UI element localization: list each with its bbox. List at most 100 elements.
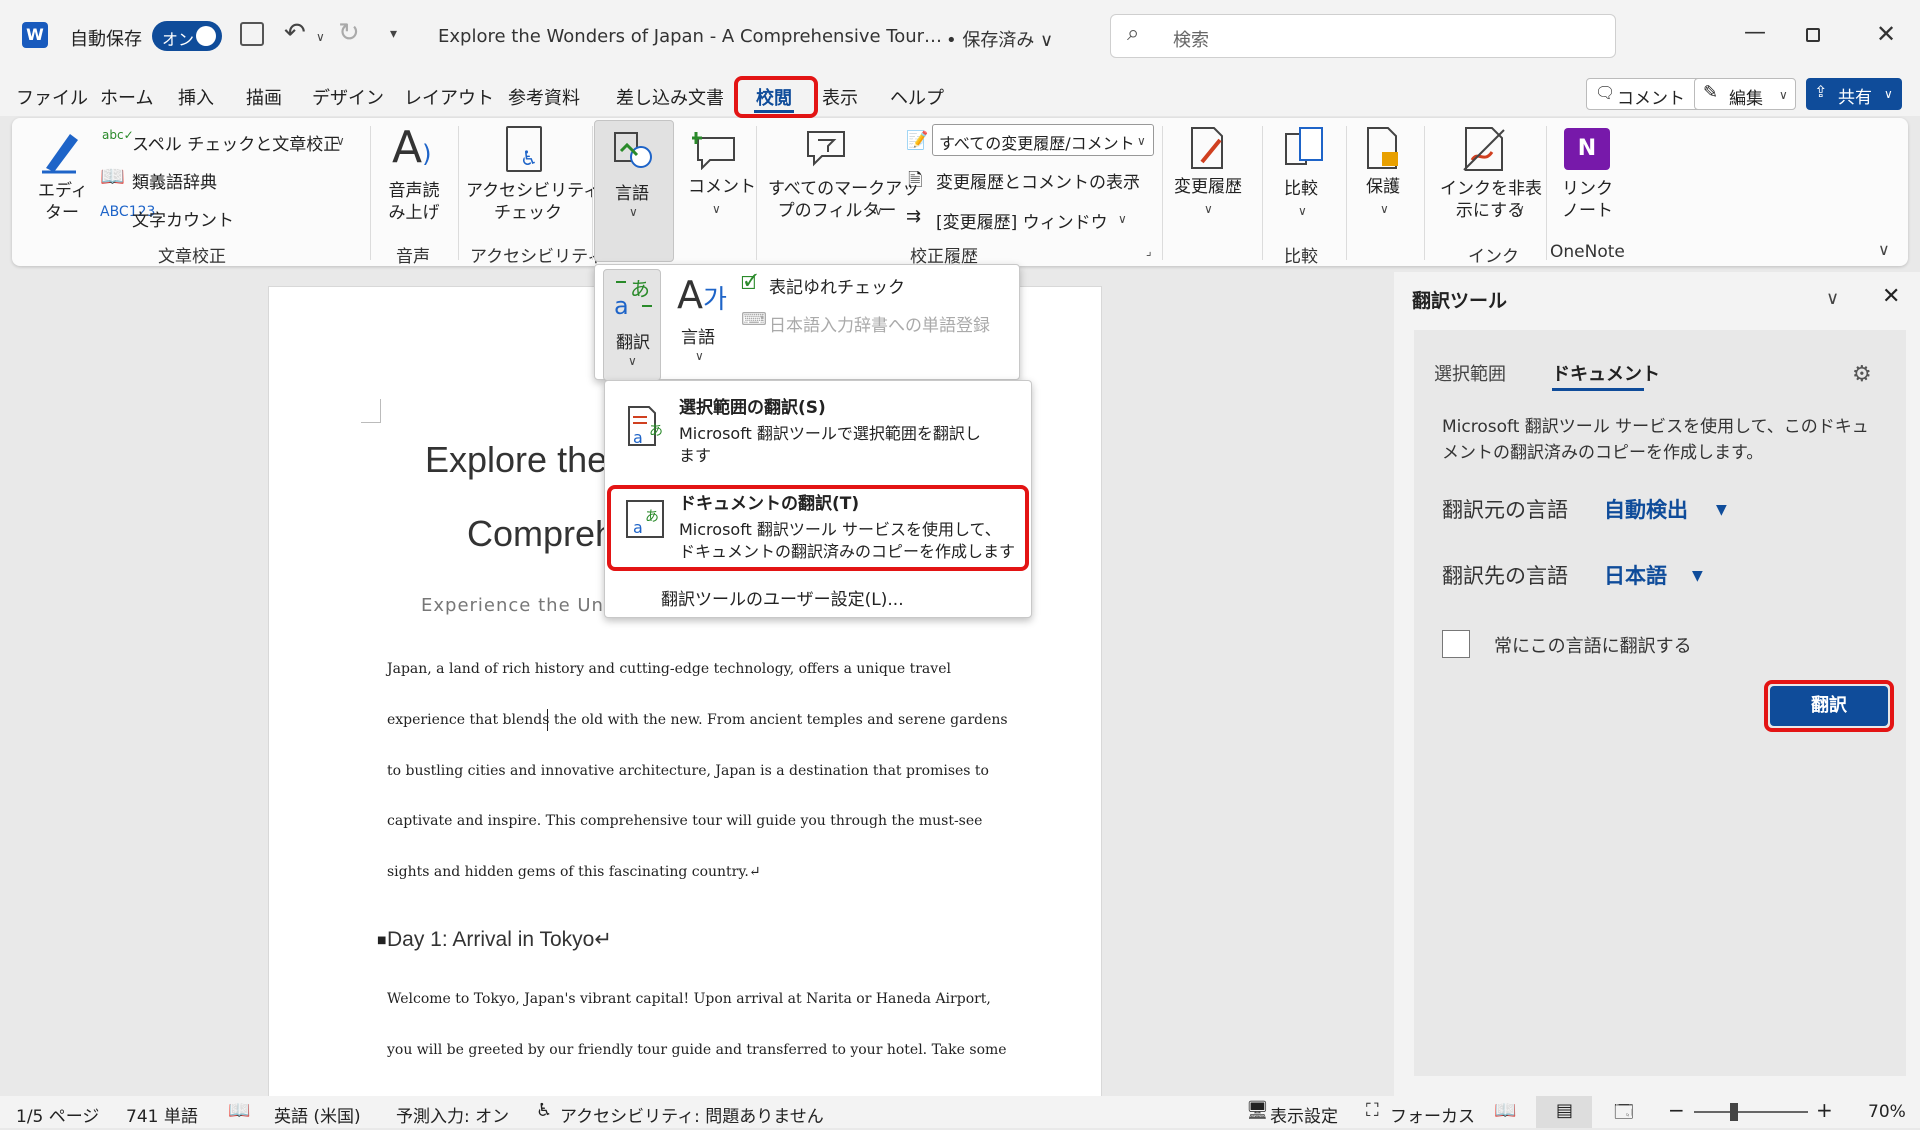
collapse-ribbon-icon[interactable]: ∨ bbox=[1878, 240, 1890, 259]
tab-document[interactable]: ドキュメント bbox=[1552, 360, 1660, 386]
protect-chevron-icon[interactable]: ∨ bbox=[1380, 202, 1389, 216]
search-box[interactable]: ⌕ 検索 bbox=[1110, 14, 1616, 58]
zoom-slider[interactable] bbox=[1694, 1103, 1808, 1121]
redo-icon[interactable]: ↻ bbox=[338, 18, 360, 48]
thesaurus-button[interactable]: 類義語辞典 bbox=[132, 168, 217, 193]
markup-filter-chevron-icon[interactable]: ∨ bbox=[874, 204, 883, 218]
zoom-out-icon[interactable]: − bbox=[1668, 1098, 1685, 1122]
language-button[interactable]: 言語 ∨ bbox=[594, 120, 674, 262]
read-aloud-label[interactable]: 音声読 み上げ bbox=[380, 180, 448, 224]
word-count[interactable]: 741 単語 bbox=[126, 1102, 198, 1127]
accessibility-status[interactable]: アクセシビリティ: 問題ありません bbox=[560, 1102, 824, 1127]
show-markup-button[interactable]: 変更履歴とコメントの表示 bbox=[936, 168, 1140, 193]
markup-filter-icon[interactable] bbox=[804, 128, 848, 168]
tab-layout[interactable]: レイアウト bbox=[404, 84, 494, 110]
text-prediction-status[interactable]: 予測入力: オン bbox=[396, 1102, 509, 1127]
read-mode-icon[interactable]: 📖 bbox=[1494, 1100, 1516, 1121]
proofing-status-icon[interactable]: 📖 bbox=[228, 1100, 250, 1121]
edit-mode-button[interactable]: ✎ 編集 ∨ bbox=[1694, 78, 1796, 110]
tab-mailings[interactable]: 差し込み文書 bbox=[616, 84, 724, 110]
reviewing-pane-button[interactable]: [変更履歴] ウィンドウ bbox=[936, 208, 1108, 233]
close-icon[interactable]: ✕ bbox=[1876, 20, 1896, 48]
compare-chevron-icon[interactable]: ∨ bbox=[1298, 204, 1307, 218]
language-status[interactable]: 英語 (米国) bbox=[274, 1102, 361, 1127]
share-icon: ⇪ bbox=[1814, 82, 1828, 101]
changes-label[interactable]: 変更履歴 bbox=[1174, 176, 1242, 198]
always-translate-label: 常にこの言語に翻訳する bbox=[1494, 636, 1692, 657]
always-translate-checkbox[interactable] bbox=[1442, 630, 1470, 658]
target-language-value[interactable]: 日本語 bbox=[1604, 560, 1667, 590]
minimize-icon[interactable]: — bbox=[1744, 20, 1766, 45]
changes-icon[interactable] bbox=[1188, 126, 1228, 172]
onenote-icon[interactable]: N bbox=[1564, 128, 1610, 170]
settings-gear-icon[interactable]: ⚙ bbox=[1852, 362, 1872, 387]
editor-icon[interactable] bbox=[40, 128, 82, 174]
pane-options-icon[interactable]: ∨ bbox=[1826, 288, 1839, 309]
undo-icon[interactable]: ↶ bbox=[284, 18, 306, 48]
caret-down-icon[interactable]: ▼ bbox=[1692, 568, 1703, 584]
page-count[interactable]: 1/5 ページ bbox=[16, 1102, 99, 1127]
reviewing-pane-chevron-icon[interactable]: ∨ bbox=[1118, 212, 1127, 226]
save-icon[interactable] bbox=[240, 22, 264, 46]
protect-label[interactable]: 保護 bbox=[1366, 176, 1400, 198]
dialog-launcher-icon[interactable]: ⌟ bbox=[1146, 244, 1152, 258]
tab-selection[interactable]: 選択範囲 bbox=[1434, 360, 1506, 386]
accessibility-icon[interactable]: ♿ bbox=[506, 126, 542, 172]
source-language-value[interactable]: 自動検出 bbox=[1604, 494, 1688, 524]
tab-view[interactable]: 表示 bbox=[822, 84, 858, 110]
spell-check-button[interactable]: スペル チェックと文章校正 bbox=[132, 130, 340, 155]
chevron-down-icon[interactable]: ∨ bbox=[695, 349, 704, 363]
focus-button[interactable]: フォーカス bbox=[1390, 1102, 1475, 1127]
pane-close-icon[interactable]: ✕ bbox=[1882, 284, 1900, 309]
web-layout-icon[interactable]: 🗔 bbox=[1614, 1100, 1634, 1130]
autosave-toggle[interactable]: オン bbox=[152, 21, 222, 51]
customize-qat-icon[interactable]: ▾ bbox=[390, 26, 397, 42]
read-aloud-icon[interactable]: A) bbox=[392, 122, 431, 173]
translate-selection-title[interactable]: 選択範囲の翻訳(S) bbox=[679, 393, 826, 418]
translator-preferences-button[interactable]: 翻訳ツールのユーザー設定(L)... bbox=[661, 585, 904, 610]
protect-icon[interactable] bbox=[1364, 126, 1404, 172]
chevron-down-icon: ∨ bbox=[1884, 87, 1893, 101]
save-state[interactable]: • 保存済み ∨ bbox=[946, 26, 1053, 52]
zoom-in-icon[interactable]: + bbox=[1816, 1098, 1833, 1122]
undo-chevron-icon[interactable]: ∨ bbox=[316, 30, 325, 44]
linked-notes-label[interactable]: リンク ノート bbox=[1562, 178, 1613, 222]
tab-draw[interactable]: 描画 bbox=[246, 84, 282, 110]
word-count-button[interactable]: 文字カウント bbox=[132, 206, 234, 231]
comment-chevron-icon[interactable]: ∨ bbox=[712, 202, 721, 216]
document-title[interactable]: Explore the Wonders of Japan - A Compreh… bbox=[438, 26, 942, 47]
consistency-check-button[interactable]: 表記ゆれチェック bbox=[769, 273, 905, 298]
translate-button[interactable]: aあ 翻訳 ∨ bbox=[603, 269, 661, 381]
language-options-icon[interactable]: A가 bbox=[677, 273, 727, 317]
restore-icon[interactable] bbox=[1806, 28, 1820, 42]
new-comment-icon[interactable] bbox=[690, 130, 738, 171]
comment-label[interactable]: コメント bbox=[688, 176, 756, 198]
compare-label[interactable]: 比較 bbox=[1284, 178, 1318, 200]
tab-home[interactable]: ホーム bbox=[100, 84, 153, 110]
tab-document-underline bbox=[1552, 388, 1644, 391]
share-button[interactable]: ⇪ 共有 ∨ bbox=[1806, 78, 1902, 110]
group-separator bbox=[756, 126, 757, 260]
hide-ink-label[interactable]: インクを非表 示にする bbox=[1440, 178, 1542, 222]
tab-file[interactable]: ファイル bbox=[16, 84, 88, 110]
display-settings-button[interactable]: 表示設定 bbox=[1270, 1102, 1338, 1127]
tab-references[interactable]: 参考資料 bbox=[508, 84, 580, 110]
tracking-display-select[interactable]: すべての変更履歴/コメント ∨ bbox=[932, 124, 1154, 156]
tab-design[interactable]: デザイン bbox=[312, 84, 384, 110]
compare-icon[interactable] bbox=[1282, 126, 1326, 172]
spell-chevron-icon[interactable]: ∨ bbox=[336, 134, 345, 148]
tab-help[interactable]: ヘルプ bbox=[890, 84, 944, 110]
caret-down-icon[interactable]: ▼ bbox=[1716, 502, 1727, 518]
accessibility-check-label[interactable]: アクセシビリティ チェック bbox=[466, 180, 600, 224]
print-layout-icon[interactable]: ▤ bbox=[1536, 1096, 1592, 1128]
editor-label[interactable]: エディ ター bbox=[38, 180, 88, 224]
zoom-level[interactable]: 70% bbox=[1868, 1102, 1906, 1122]
zoom-slider-thumb[interactable] bbox=[1730, 1103, 1738, 1121]
ink-chevron-icon[interactable]: ∨ bbox=[1516, 202, 1525, 216]
markup-filter-label[interactable]: すべてのマークアッ プのフィルター bbox=[768, 178, 919, 222]
language-options-label[interactable]: 言語 bbox=[681, 323, 715, 348]
show-markup-chevron-icon[interactable]: ∨ bbox=[1130, 172, 1139, 186]
tab-insert[interactable]: 挿入 bbox=[178, 84, 214, 110]
changes-chevron-icon[interactable]: ∨ bbox=[1204, 202, 1213, 216]
hide-ink-icon[interactable] bbox=[1462, 126, 1508, 172]
